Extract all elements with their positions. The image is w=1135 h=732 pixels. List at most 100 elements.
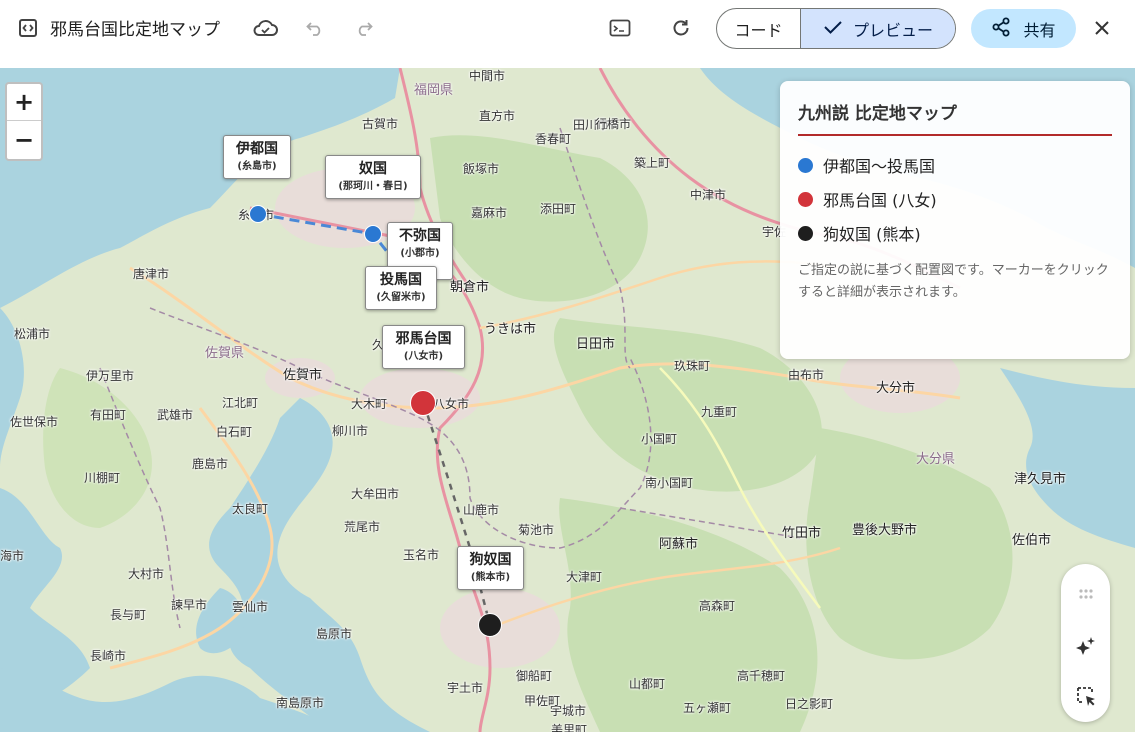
city-label: 九重町 xyxy=(701,405,738,419)
city-label: 朝倉市 xyxy=(450,280,490,295)
marker-label-na[interactable]: 奴国 (那珂川・春日) xyxy=(325,155,421,199)
legend-dot xyxy=(798,225,813,241)
legend-item: 邪馬台国 (八女) xyxy=(798,182,1112,216)
city-label: 日田市 xyxy=(576,337,616,352)
city-label: 大木町 xyxy=(351,397,388,411)
redo-icon[interactable] xyxy=(352,16,376,40)
city-label: 小国町 xyxy=(641,432,678,446)
city-label: 由布市 xyxy=(788,368,825,382)
city-label: 豊後大野市 xyxy=(852,523,918,538)
city-label: 島原市 xyxy=(316,627,353,641)
city-label: 諫早市 xyxy=(171,598,208,612)
zoom-out-button[interactable]: − xyxy=(7,121,41,158)
drag-handle-icon[interactable] xyxy=(1073,581,1098,606)
city-label: 山都町 xyxy=(629,677,666,691)
zoom-in-button[interactable]: + xyxy=(7,84,41,121)
legend-dot xyxy=(798,191,813,207)
city-label: 海市 xyxy=(0,549,25,563)
city-label: 中間市 xyxy=(469,69,506,83)
city-label: 香春町 xyxy=(535,132,572,146)
city-label: 長崎市 xyxy=(90,649,127,663)
city-label: 宇土市 xyxy=(447,681,484,695)
city-label: うきは市 xyxy=(484,322,537,337)
top-toolbar: 邪馬台国比定地マップ コード プレビュー 共有 xyxy=(0,0,1135,56)
pref-label: 佐賀県 xyxy=(205,346,245,361)
city-label: 玖珠町 xyxy=(674,359,711,373)
preview-tab[interactable]: プレビュー xyxy=(801,9,955,48)
map-marker-kuna[interactable] xyxy=(478,613,502,637)
refresh-icon[interactable] xyxy=(668,15,694,41)
city-label: 五ヶ瀬町 xyxy=(683,701,732,715)
city-label: 南小国町 xyxy=(645,476,694,490)
city-label: 唐津市 xyxy=(133,267,170,281)
app-root: 邪馬台国比定地マップ コード プレビュー 共有 福岡県 佐賀県 大分県 中間市 … xyxy=(0,0,1135,732)
sparkle-edit-icon[interactable] xyxy=(1073,633,1098,658)
marker-label-tsuma[interactable]: 投馬国 (久留米市) xyxy=(365,266,437,310)
code-box-icon[interactable] xyxy=(16,16,40,40)
select-element-icon[interactable] xyxy=(1073,683,1098,708)
marker-label-ito[interactable]: 伊都国 (糸島市) xyxy=(223,135,291,179)
terminal-icon[interactable] xyxy=(607,16,633,40)
city-label: 川棚町 xyxy=(84,471,121,485)
city-label: 八女市 xyxy=(433,397,470,411)
view-toggle: コード プレビュー xyxy=(716,8,956,49)
city-label: 雲仙市 xyxy=(232,600,269,614)
city-label: 長与町 xyxy=(110,608,147,622)
city-label: 玉名市 xyxy=(403,548,440,562)
city-label: 佐賀市 xyxy=(283,368,323,383)
city-label: 佐世保市 xyxy=(10,415,59,429)
city-label: 津久見市 xyxy=(1014,472,1067,487)
legend-title: 九州説 比定地マップ xyxy=(798,99,1112,136)
city-label: 嘉麻市 xyxy=(471,206,508,220)
city-label: 武雄市 xyxy=(157,408,194,422)
city-label: 大牟田市 xyxy=(351,487,400,501)
legend-item: 伊都国〜投馬国 xyxy=(798,148,1112,182)
city-label: 大分市 xyxy=(876,381,916,396)
close-icon[interactable] xyxy=(1090,16,1114,40)
city-label: 行橋市 xyxy=(595,117,632,131)
city-label: 大村市 xyxy=(128,567,165,581)
city-label: 有田町 xyxy=(90,408,127,422)
city-label: 佐伯市 xyxy=(1012,533,1052,548)
map-marker-ito[interactable] xyxy=(249,205,267,223)
check-icon xyxy=(823,19,843,39)
city-label: 直方市 xyxy=(479,109,516,123)
marker-label-kuna[interactable]: 狗奴国 (熊本市) xyxy=(457,546,524,590)
city-label: 古賀市 xyxy=(362,117,399,131)
city-label: 伊万里市 xyxy=(86,369,135,383)
pref-label: 大分県 xyxy=(916,452,956,467)
city-label: 鹿島市 xyxy=(192,457,229,471)
undo-icon[interactable] xyxy=(303,16,327,40)
city-label: 高千穂町 xyxy=(737,669,786,683)
marker-label-yamatai[interactable]: 邪馬台国 (八女市) xyxy=(382,325,465,369)
cloud-icon[interactable] xyxy=(251,14,279,42)
city-label: 白石町 xyxy=(216,425,253,439)
city-label: 太良町 xyxy=(232,502,269,516)
legend-dot xyxy=(798,157,813,173)
city-label: 中津市 xyxy=(690,188,727,202)
city-label: 柳川市 xyxy=(332,424,369,438)
city-label: 添田町 xyxy=(540,202,577,216)
map-canvas[interactable]: 福岡県 佐賀県 大分県 中間市 古賀市 直方市 田川市 香春町 行橋市 築上町 … xyxy=(0,68,1135,732)
code-tab[interactable]: コード xyxy=(717,9,801,48)
city-label: 南島原市 xyxy=(276,696,325,710)
city-label: 飯塚市 xyxy=(463,162,500,176)
city-label: 阿蘇市 xyxy=(659,537,699,552)
legend-panel: 九州説 比定地マップ 伊都国〜投馬国 邪馬台国 (八女) 狗奴国 (熊本) ご指… xyxy=(780,81,1130,359)
city-label: 甲佐町 xyxy=(524,694,561,708)
app-title: 邪馬台国比定地マップ xyxy=(50,20,220,40)
zoom-control: + − xyxy=(5,82,43,161)
map-marker-yamatai[interactable] xyxy=(410,390,436,416)
city-label: 大津町 xyxy=(566,570,603,584)
city-label: 高森町 xyxy=(699,599,736,613)
share-button[interactable]: 共有 xyxy=(971,9,1076,48)
city-label: 江北町 xyxy=(222,396,259,410)
map-marker-na[interactable] xyxy=(364,225,382,243)
legend-note: ご指定の説に基づく配置図です。マーカーをクリックすると詳細が表示されます。 xyxy=(798,263,1109,300)
city-label: 松浦市 xyxy=(14,327,51,341)
city-label: 竹田市 xyxy=(782,526,822,541)
city-label: 美里町 xyxy=(551,723,588,732)
city-label: 菊池市 xyxy=(518,523,555,537)
city-label: 山鹿市 xyxy=(463,503,500,517)
city-label: 日之影町 xyxy=(785,697,834,711)
